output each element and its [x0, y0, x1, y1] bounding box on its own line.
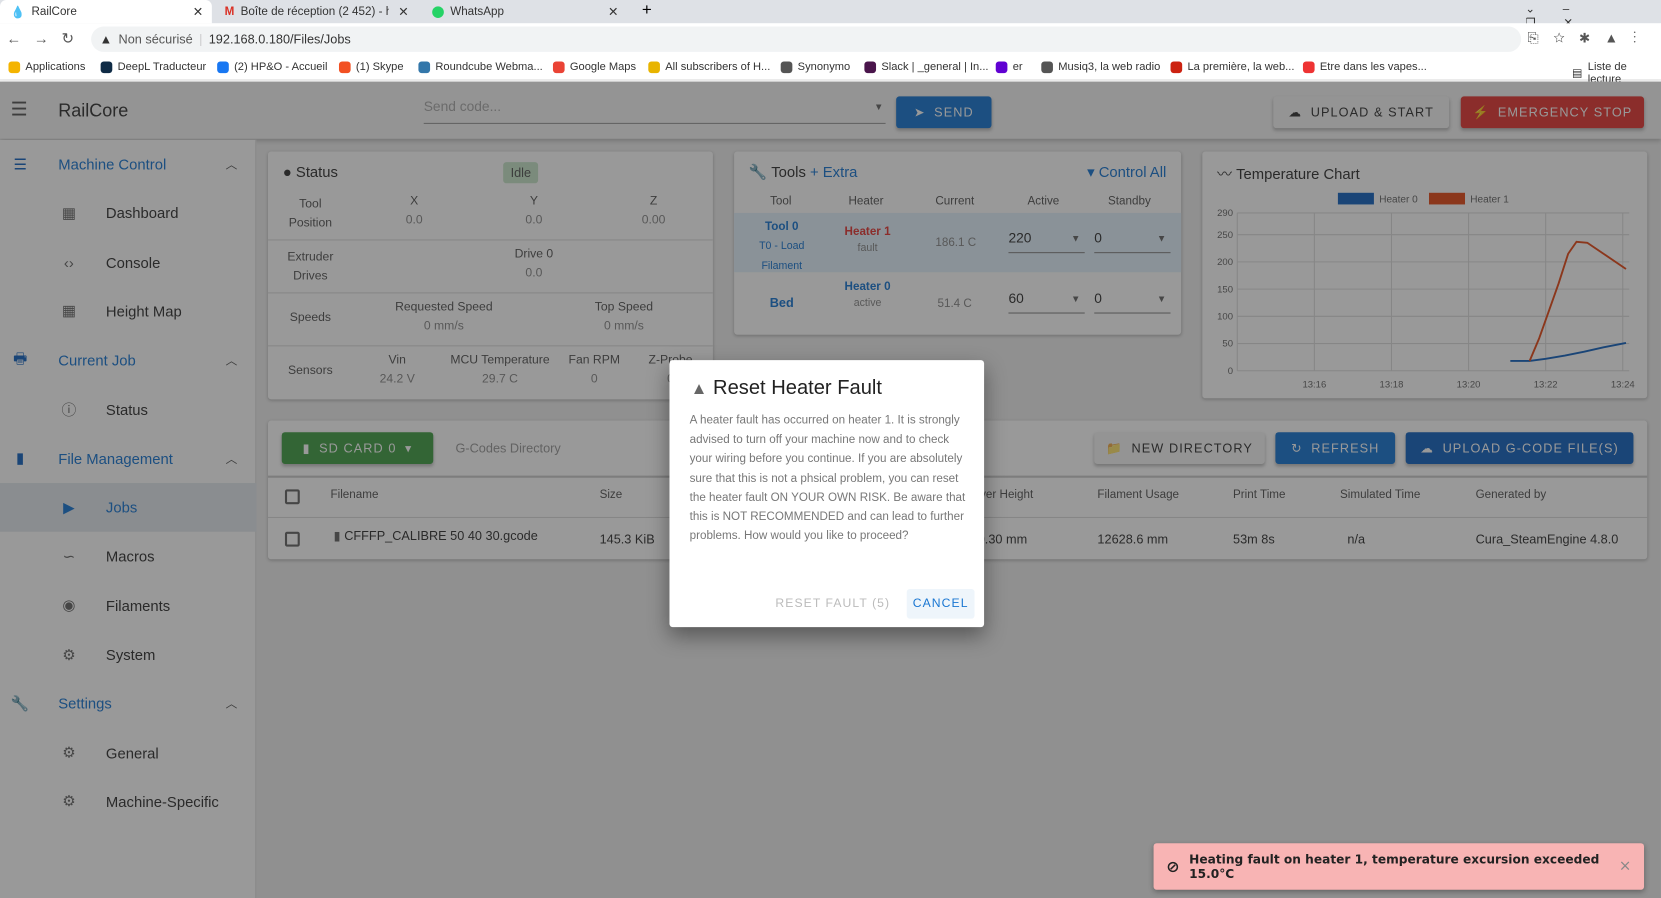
block-icon: ⊘	[1166, 856, 1180, 877]
browser-tab-bar: 💧 RailCore ✕ M Boîte de réception (2 452) -…	[0, 0, 1661, 30]
bookmark-item[interactable]: DeepL Traducteur	[100, 60, 206, 73]
reset-heater-fault-dialog: ▲ Reset Heater Fault A heater fault has …	[669, 360, 985, 628]
bookmark-favicon-icon	[8, 60, 21, 73]
address-bar: ←→↻ ▲ Non sécurisé | 192.168.0.180/Files/Jo…	[0, 23, 1661, 56]
close-tab-icon[interactable]: ✕	[608, 4, 619, 19]
tab-gmail[interactable]: MBoîte de réception (2 452) - hpo..✕	[214, 0, 417, 23]
dialog-title: ▲ Reset Heater Fault	[690, 377, 882, 400]
bookmark-item[interactable]: Synonymo	[780, 60, 850, 73]
tab-railcore[interactable]: 💧 RailCore ✕	[0, 0, 212, 24]
close-tab-icon[interactable]: ✕	[398, 4, 409, 19]
bookmark-item[interactable]: All subscribers of H...	[648, 60, 770, 73]
warning-icon: ▲	[99, 31, 113, 47]
close-toast-button[interactable]: ×	[1619, 858, 1631, 875]
bookmark-favicon-icon	[1170, 60, 1183, 73]
bookmark-item[interactable]: er	[995, 60, 1023, 73]
dialog-message: A heater fault has occurred on heater 1.…	[689, 414, 966, 543]
bookmark-favicon-icon	[1041, 60, 1053, 73]
bookmark-favicon-icon	[552, 60, 565, 73]
tab-whatsapp[interactable]: WhatsApp ✕	[422, 0, 628, 23]
bookmark-favicon-icon	[1302, 60, 1315, 73]
bookmark-item[interactable]: Roundcube Webma...	[418, 60, 543, 73]
reset-fault-button[interactable]: RESET FAULT (5)	[775, 597, 890, 610]
nav-buttons[interactable]: ←→↻	[6, 30, 86, 48]
bookmark-item[interactable]: La première, la web...	[1170, 60, 1294, 73]
bookmark-item[interactable]: Slack | _general | In...	[864, 60, 989, 73]
bookmark-favicon-icon	[648, 60, 660, 73]
browser-toolbar-icons[interactable]: ⎘☆✱▲⋮	[1528, 30, 1652, 47]
bookmark-favicon-icon	[100, 60, 113, 73]
bookmark-favicon-icon	[418, 60, 431, 73]
bookmark-favicon-icon	[217, 60, 229, 73]
bookmark-favicon-icon	[995, 60, 1008, 73]
gmail-icon: M	[224, 5, 235, 19]
reading-list-icon: ▤	[1572, 66, 1583, 80]
bookmark-favicon-icon	[780, 60, 793, 73]
bookmark-item[interactable]: Etre dans les vapes...	[1302, 60, 1427, 73]
cancel-button[interactable]: CANCEL	[906, 588, 975, 619]
new-tab-icon[interactable]: +	[642, 1, 652, 20]
url-field[interactable]: ▲ Non sécurisé | 192.168.0.180/Files/Jobs	[91, 26, 1522, 52]
bookmark-item[interactable]: (2) HP&O - Accueil	[217, 60, 327, 73]
warning-icon: ▲	[690, 380, 708, 399]
bookmarks-bar: Applications DeepL Traducteur (2) HP&O - A…	[0, 55, 1661, 86]
bookmark-favicon-icon	[864, 60, 877, 73]
bookmark-item[interactable]: Google Maps	[552, 60, 636, 73]
close-tab-icon[interactable]: ✕	[193, 4, 204, 19]
bookmark-item[interactable]: (1) Skype	[338, 60, 404, 73]
error-toast: ⊘ Heating fault on heater 1, temperature…	[1153, 843, 1645, 890]
whatsapp-icon	[432, 5, 444, 18]
bookmark-item[interactable]: Musiq3, la web radio	[1041, 60, 1160, 73]
bookmark-favicon-icon	[338, 60, 351, 73]
bookmark-item[interactable]: Applications	[8, 60, 85, 73]
railcore-favicon: 💧	[10, 5, 26, 19]
